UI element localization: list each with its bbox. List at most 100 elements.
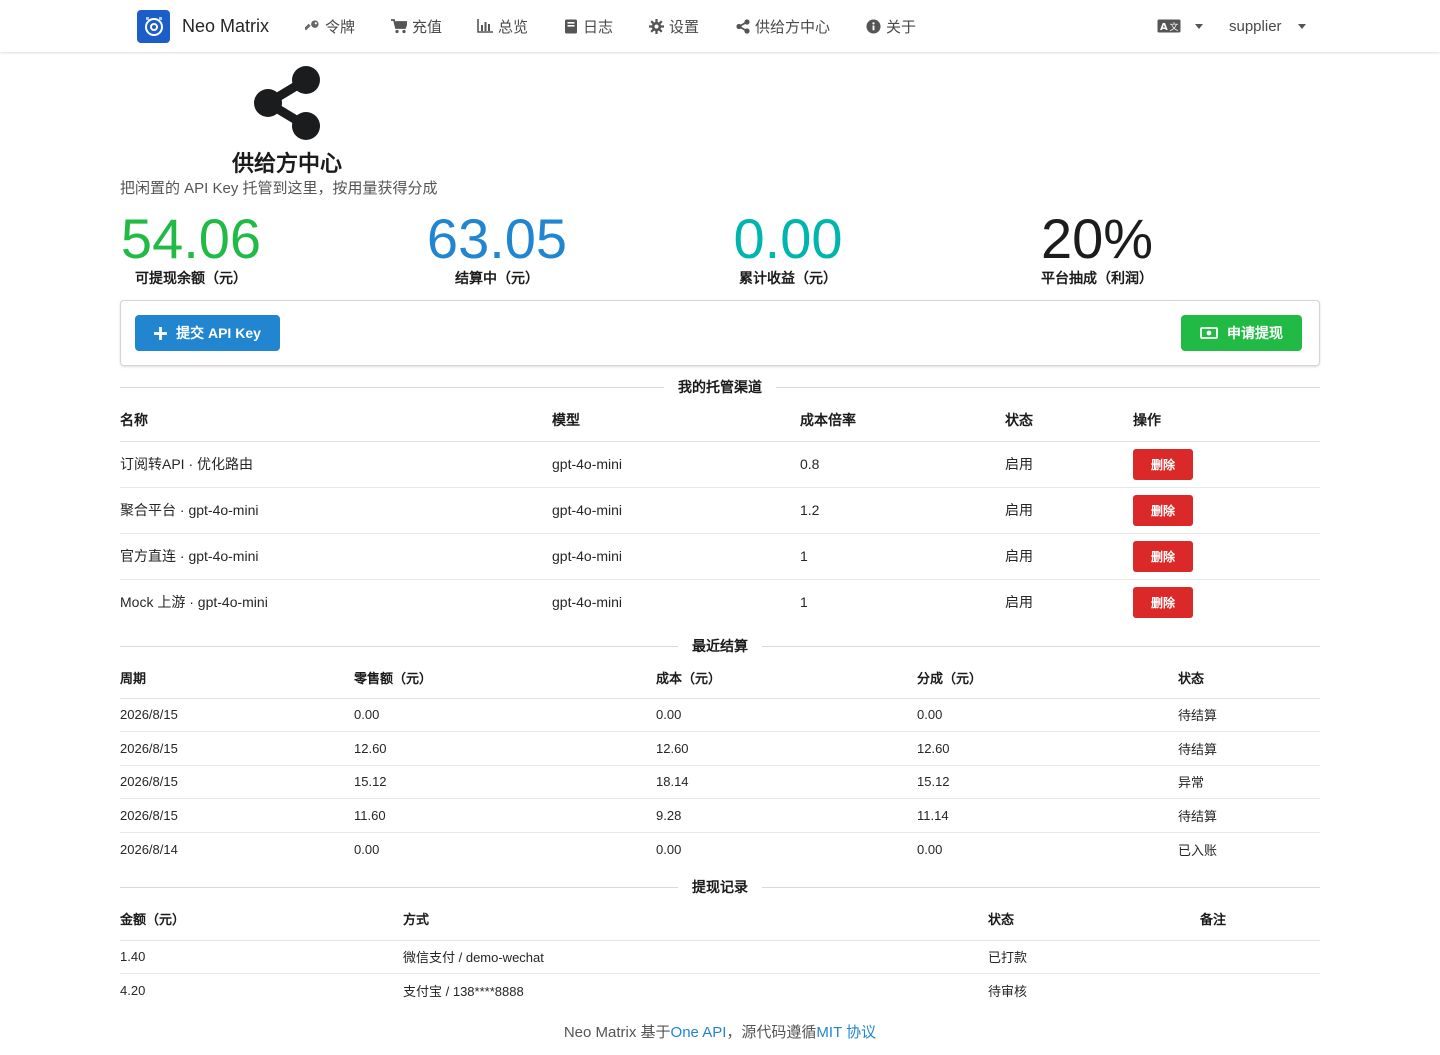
stat-available-balance: 54.06 可提现余额（元） bbox=[41, 206, 341, 288]
table-header-row: 名称 模型 成本倍率 状态 操作 bbox=[120, 399, 1320, 442]
stat-value: 54.06 bbox=[120, 207, 262, 270]
table-row: 2026/8/14 0.00 0.00 0.00 已入账 bbox=[120, 832, 1320, 866]
column-header: 零售额（元） bbox=[354, 658, 656, 699]
column-header: 分成（元） bbox=[917, 658, 1178, 699]
cost: 0.00 bbox=[656, 841, 682, 857]
column-header: 状态 bbox=[1005, 399, 1133, 442]
column-header: 成本倍率 bbox=[800, 399, 1005, 442]
info-icon bbox=[866, 18, 881, 34]
user-name: supplier bbox=[1229, 17, 1282, 35]
amount: 4.20 bbox=[120, 983, 146, 998]
nav-label: 令牌 bbox=[325, 18, 356, 36]
nav-item-supplier-center[interactable]: 供给方中心 bbox=[736, 15, 830, 37]
key-icon bbox=[305, 19, 319, 30]
table-row: 2026/8/15 12.60 12.60 12.60 待结算 bbox=[120, 731, 1320, 766]
column-header: 状态 bbox=[1178, 658, 1320, 699]
period: 2026/8/15 bbox=[120, 798, 354, 833]
share: 12.60 bbox=[917, 731, 1178, 766]
language-dropdown[interactable]: A文 bbox=[1157, 15, 1203, 37]
nav-item-settings[interactable]: 设置 bbox=[649, 15, 699, 37]
retail: 12.60 bbox=[354, 731, 656, 766]
money-bill-icon bbox=[1200, 327, 1218, 339]
column-header: 模型 bbox=[552, 399, 800, 442]
column-header: 备注 bbox=[1200, 898, 1320, 941]
user-dropdown[interactable]: supplier bbox=[1229, 15, 1306, 37]
amount: 1.40 bbox=[120, 940, 403, 974]
settlements-divider: 最近结算 bbox=[120, 636, 1320, 656]
channels-divider: 我的托管渠道 bbox=[120, 377, 1320, 397]
column-header: 金额（元） bbox=[120, 898, 403, 941]
nav-label: 充值 bbox=[412, 18, 443, 36]
stat-settling: 63.05 结算中（元） bbox=[347, 206, 647, 288]
delete-button[interactable]: 删除 bbox=[1133, 540, 1193, 572]
submit-api-key-button[interactable]: 提交 API Key bbox=[135, 315, 280, 351]
delete-button[interactable]: 删除 bbox=[1133, 448, 1193, 480]
nav-item-overview[interactable]: 总览 bbox=[477, 15, 528, 37]
withdrawals-divider: 提现记录 bbox=[120, 877, 1320, 897]
mit-license-link[interactable]: MIT 协议 bbox=[816, 1024, 876, 1041]
button-label: 提交 API Key bbox=[176, 325, 261, 341]
button-label: 申请提现 bbox=[1227, 325, 1283, 341]
channel-name: 官方直连 · gpt-4o-mini bbox=[120, 533, 552, 580]
nav-item-tokens[interactable]: 令牌 bbox=[305, 15, 355, 37]
cost: 18.14 bbox=[656, 765, 917, 799]
stat-value: 63.05 bbox=[426, 207, 568, 270]
page-title: 供给方中心 bbox=[231, 151, 342, 176]
channel-model: gpt-4o-mini bbox=[552, 487, 800, 534]
table-row: 2026/8/15 0.00 0.00 0.00 待结算 bbox=[120, 698, 1320, 732]
chevron-down-icon bbox=[1297, 23, 1306, 29]
status: 待结算 bbox=[1178, 698, 1320, 732]
chevron-down-icon bbox=[1195, 23, 1203, 29]
share-alternate-icon bbox=[254, 66, 320, 140]
stat-label: 平台抽成（利润） bbox=[1041, 270, 1153, 286]
withdraw-button[interactable]: 申请提现 bbox=[1181, 315, 1302, 351]
channels-table: 名称 模型 成本倍率 状态 操作 订阅转API · 优化路由 gpt-4o-mi… bbox=[120, 399, 1320, 625]
section-title: 最近结算 bbox=[692, 638, 748, 654]
period: 2026/8/15 bbox=[120, 698, 354, 732]
column-header: 名称 bbox=[120, 399, 552, 442]
stat-value: 0.00 bbox=[733, 207, 843, 270]
cart-icon bbox=[391, 18, 407, 33]
channel-ratio: 1 bbox=[800, 533, 1005, 580]
footer-text: ，源代码遵循 bbox=[726, 1024, 817, 1041]
channel-model: gpt-4o-mini bbox=[552, 594, 623, 611]
share: 11.14 bbox=[917, 798, 1178, 833]
nav-label: 日志 bbox=[583, 18, 614, 36]
stat-label: 可提现余额（元） bbox=[135, 270, 247, 286]
column-header: 周期 bbox=[120, 658, 354, 699]
app-name: Neo Matrix bbox=[182, 16, 270, 36]
channel-model: gpt-4o-mini bbox=[552, 441, 800, 488]
cost: 12.60 bbox=[656, 731, 917, 766]
withdrawals-table: 金额（元） 方式 状态 备注 1.40 微信支付 / demo-wechat 已… bbox=[120, 898, 1320, 1007]
retail: 0.00 bbox=[354, 698, 656, 732]
delete-button[interactable]: 删除 bbox=[1133, 494, 1193, 526]
section-title: 提现记录 bbox=[692, 879, 748, 895]
retail: 15.12 bbox=[354, 765, 656, 799]
period: 2026/8/14 bbox=[120, 841, 178, 857]
status: 已入账 bbox=[1178, 842, 1218, 858]
one-api-link[interactable]: One API bbox=[671, 1024, 727, 1041]
nav-item-about[interactable]: 关于 bbox=[866, 15, 916, 37]
period: 2026/8/15 bbox=[120, 731, 354, 766]
channel-ratio: 1 bbox=[800, 594, 808, 611]
share: 0.00 bbox=[917, 698, 1178, 732]
cost: 9.28 bbox=[656, 798, 917, 833]
bar-chart-icon bbox=[477, 19, 493, 33]
nav-item-topup[interactable]: 充值 bbox=[391, 15, 442, 37]
table-row: Mock 上游 · gpt-4o-mini gpt-4o-mini 1 启用 删… bbox=[120, 579, 1320, 625]
brand[interactable]: Neo Matrix bbox=[137, 10, 269, 43]
method: 支付宝 / 138****8888 bbox=[403, 984, 524, 999]
channel-status: 启用 bbox=[1005, 487, 1133, 534]
channel-name: Mock 上游 · gpt-4o-mini bbox=[120, 594, 268, 611]
status: 已打款 bbox=[988, 940, 1200, 974]
status: 异常 bbox=[1178, 765, 1320, 799]
channel-status: 启用 bbox=[1005, 594, 1033, 611]
method: 微信支付 / demo-wechat bbox=[403, 940, 988, 974]
column-header: 方式 bbox=[403, 898, 988, 941]
nav-label: 供给方中心 bbox=[755, 18, 831, 36]
translate-icon: A文 bbox=[1157, 19, 1181, 33]
channel-ratio: 1.2 bbox=[800, 487, 1005, 534]
table-row: 2026/8/15 15.12 18.14 15.12 异常 bbox=[120, 765, 1320, 799]
delete-button[interactable]: 删除 bbox=[1133, 586, 1193, 618]
nav-item-logs[interactable]: 日志 bbox=[564, 15, 613, 37]
